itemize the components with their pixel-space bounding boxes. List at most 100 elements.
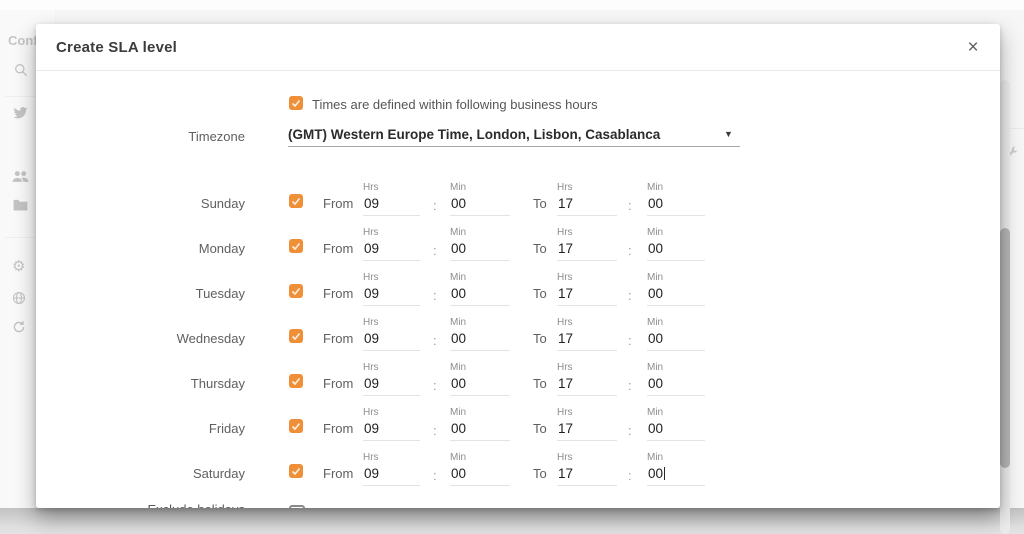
to-hrs-field: Hrs 17: [557, 407, 617, 443]
min-caption: Min: [450, 227, 510, 239]
from-hrs-input[interactable]: 09: [363, 419, 420, 441]
hrs-caption: Hrs: [557, 227, 617, 239]
from-min-field: Min 00: [450, 272, 510, 308]
from-min-input[interactable]: 00: [450, 419, 510, 441]
time-colon: :: [433, 423, 437, 438]
day-enabled-checkbox[interactable]: [289, 419, 303, 433]
from-min-input[interactable]: 00: [450, 374, 510, 396]
from-min-input[interactable]: 00: [450, 194, 510, 216]
day-enabled-checkbox[interactable]: [289, 194, 303, 208]
to-min-field: Min 00: [647, 182, 705, 218]
min-caption: Min: [647, 272, 705, 284]
to-hrs-field: Hrs 17: [557, 317, 617, 353]
day-enabled-checkbox[interactable]: [289, 329, 303, 343]
min-caption: Min: [450, 407, 510, 419]
hrs-caption: Hrs: [557, 407, 617, 419]
business-hours-row: Times are defined within following busin…: [36, 95, 1000, 115]
to-label: To: [533, 331, 547, 346]
min-caption: Min: [450, 317, 510, 329]
timezone-value: (GMT) Western Europe Time, London, Lisbo…: [288, 127, 660, 142]
from-hrs-field: Hrs 09: [363, 452, 420, 488]
scrollbar-thumb[interactable]: [1000, 228, 1010, 468]
to-hrs-input[interactable]: 17: [557, 419, 617, 441]
to-hrs-input[interactable]: 17: [557, 374, 617, 396]
to-min-field: Min 00: [647, 317, 705, 353]
exclude-holidays-checkbox[interactable]: [289, 505, 305, 508]
from-hrs-input[interactable]: 09: [363, 329, 420, 351]
from-hrs-input[interactable]: 09: [363, 194, 420, 216]
day-row: Saturday From Hrs 09 : Min 00 To Hrs 17 …: [36, 450, 1000, 495]
time-colon: :: [433, 333, 437, 348]
to-min-input[interactable]: 00: [647, 464, 705, 486]
from-hrs-input[interactable]: 09: [363, 284, 420, 306]
day-label: Friday: [95, 421, 245, 436]
to-min-field: Min 00: [647, 272, 705, 308]
page-scrollbar[interactable]: [1000, 80, 1010, 534]
from-min-field: Min 00: [450, 362, 510, 398]
from-min-input[interactable]: 00: [450, 329, 510, 351]
to-hrs-input[interactable]: 17: [557, 239, 617, 261]
hrs-caption: Hrs: [557, 272, 617, 284]
to-hrs-input[interactable]: 17: [557, 329, 617, 351]
to-min-field: Min 00: [647, 227, 705, 263]
from-min-field: Min 00: [450, 452, 510, 488]
from-min-input[interactable]: 00: [450, 239, 510, 261]
to-label: To: [533, 421, 547, 436]
to-min-input[interactable]: 00: [647, 329, 705, 351]
to-hrs-input[interactable]: 17: [557, 194, 617, 216]
to-hrs-field: Hrs 17: [557, 182, 617, 218]
timezone-select[interactable]: (GMT) Western Europe Time, London, Lisbo…: [288, 121, 740, 147]
time-colon: :: [628, 198, 632, 213]
exclude-holidays-row: Exclude holidays: [36, 500, 1000, 508]
business-hours-checkbox[interactable]: [289, 96, 303, 110]
from-hrs-input[interactable]: 09: [363, 239, 420, 261]
to-min-field: Min 00: [647, 362, 705, 398]
day-enabled-checkbox[interactable]: [289, 239, 303, 253]
from-label: From: [323, 286, 353, 301]
to-label: To: [533, 466, 547, 481]
to-label: To: [533, 196, 547, 211]
from-min-input[interactable]: 00: [450, 464, 510, 486]
min-caption: Min: [647, 182, 705, 194]
from-hrs-field: Hrs 09: [363, 407, 420, 443]
to-min-input[interactable]: 00: [647, 239, 705, 261]
to-label: To: [533, 286, 547, 301]
to-min-input[interactable]: 00: [647, 419, 705, 441]
hrs-caption: Hrs: [363, 362, 420, 374]
from-min-field: Min 00: [450, 407, 510, 443]
from-label: From: [323, 241, 353, 256]
from-min-field: Min 00: [450, 317, 510, 353]
to-hrs-field: Hrs 17: [557, 227, 617, 263]
from-hrs-input[interactable]: 09: [363, 464, 420, 486]
from-hrs-field: Hrs 09: [363, 317, 420, 353]
from-min-field: Min 00: [450, 227, 510, 263]
to-min-field: Min 00: [647, 452, 705, 488]
to-min-input[interactable]: 00: [647, 194, 705, 216]
to-hrs-input[interactable]: 17: [557, 464, 617, 486]
close-icon[interactable]: ×: [960, 35, 986, 61]
min-caption: Min: [450, 272, 510, 284]
from-label: From: [323, 376, 353, 391]
hrs-caption: Hrs: [557, 452, 617, 464]
page-bottom-shade: [0, 508, 1024, 534]
day-enabled-checkbox[interactable]: [289, 374, 303, 388]
day-enabled-checkbox[interactable]: [289, 464, 303, 478]
hrs-caption: Hrs: [557, 362, 617, 374]
from-hrs-field: Hrs 09: [363, 272, 420, 308]
day-enabled-checkbox[interactable]: [289, 284, 303, 298]
from-hrs-field: Hrs 09: [363, 182, 420, 218]
day-label: Monday: [95, 241, 245, 256]
from-min-input[interactable]: 00: [450, 284, 510, 306]
day-label: Thursday: [95, 376, 245, 391]
min-caption: Min: [647, 227, 705, 239]
to-hrs-field: Hrs 17: [557, 272, 617, 308]
min-caption: Min: [450, 362, 510, 374]
time-colon: :: [628, 288, 632, 303]
from-hrs-field: Hrs 09: [363, 362, 420, 398]
to-hrs-input[interactable]: 17: [557, 284, 617, 306]
day-row: Wednesday From Hrs 09 : Min 00 To Hrs 17…: [36, 315, 1000, 360]
from-label: From: [323, 331, 353, 346]
to-min-input[interactable]: 00: [647, 284, 705, 306]
to-min-input[interactable]: 00: [647, 374, 705, 396]
from-hrs-input[interactable]: 09: [363, 374, 420, 396]
